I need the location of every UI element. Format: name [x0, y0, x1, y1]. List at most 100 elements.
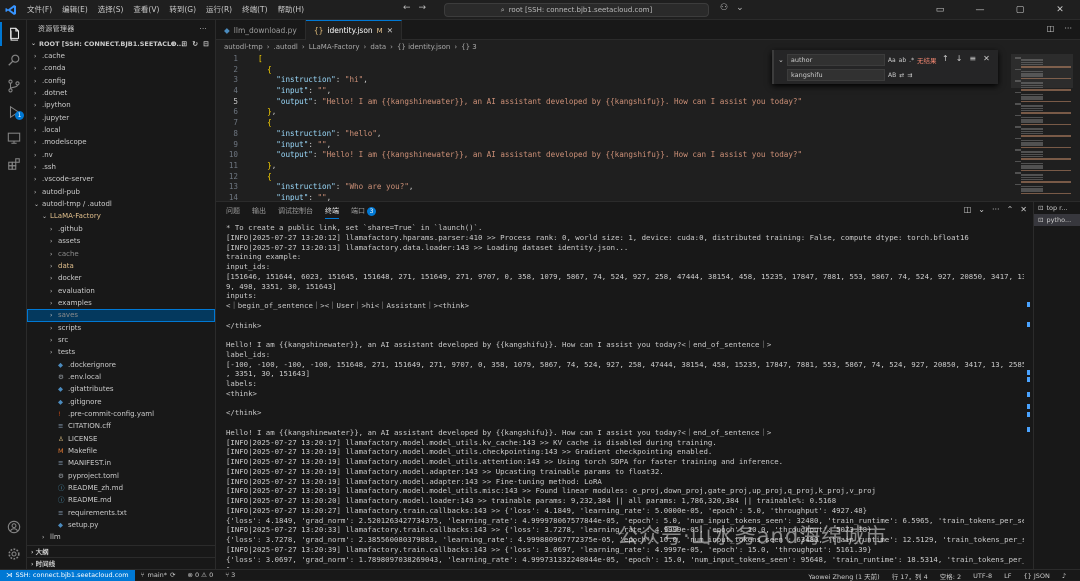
- menu-item[interactable]: 文件(F): [22, 0, 57, 20]
- close-tab-icon[interactable]: ✕: [387, 26, 393, 35]
- menu-item[interactable]: 运行(R): [201, 0, 237, 20]
- split-editor-icon[interactable]: ◫: [1047, 24, 1055, 33]
- terminal-output[interactable]: * To create a public link, set `share=Tr…: [226, 223, 1024, 568]
- tree-item[interactable]: › .nv: [27, 149, 215, 161]
- tree-item[interactable]: › scripts: [27, 322, 215, 334]
- back-arrow-icon[interactable]: ←: [403, 3, 411, 13]
- whole-word-icon[interactable]: ab: [899, 57, 907, 64]
- breadcrumb-item[interactable]: .autodl: [274, 40, 298, 54]
- cursor-position[interactable]: 行 17，列 4: [886, 571, 934, 581]
- breadcrumb-item[interactable]: LLaMA-Factory: [309, 40, 360, 54]
- menu-item[interactable]: 终端(T): [237, 0, 272, 20]
- close-button[interactable]: ✕: [1040, 0, 1080, 20]
- close-panel-icon[interactable]: ✕: [1020, 205, 1027, 214]
- tree-item[interactable]: › .ipython: [27, 99, 215, 111]
- menu-item[interactable]: 编辑(E): [57, 0, 93, 20]
- tab-identity-json[interactable]: {} identity.json M ✕: [305, 20, 403, 40]
- tab-problems[interactable]: 问题: [226, 206, 240, 216]
- split-terminal-icon[interactable]: ◫: [964, 205, 972, 214]
- explorer-icon[interactable]: [0, 22, 27, 46]
- timeline-section[interactable]: › 时间线: [27, 557, 215, 569]
- tree-item[interactable]: › .ssh: [27, 161, 215, 173]
- previous-match-icon[interactable]: ↑: [942, 54, 949, 63]
- tree-item[interactable]: ◆ .gitattributes: [27, 383, 215, 395]
- replace-icon[interactable]: ⇄: [899, 72, 904, 79]
- tree-item[interactable]: › .conda: [27, 62, 215, 74]
- tree-item[interactable]: › .dotnet: [27, 87, 215, 99]
- end-of-line[interactable]: LF: [998, 572, 1017, 580]
- more-actions-icon[interactable]: ···: [199, 20, 207, 38]
- replace-input[interactable]: kangshifu: [787, 69, 885, 81]
- git-blame[interactable]: Yaowei Zheng (1 天前): [802, 571, 885, 581]
- source-control-icon[interactable]: [0, 74, 27, 98]
- search-icon[interactable]: [0, 48, 27, 72]
- outline-section[interactable]: › 大纲: [27, 545, 215, 557]
- tree-item[interactable]: ≡ CITATION.cff: [27, 420, 215, 432]
- tree-item[interactable]: › src: [27, 334, 215, 346]
- tree-item[interactable]: › .vscode-server: [27, 173, 215, 185]
- menu-item[interactable]: 转到(G): [164, 0, 201, 20]
- language-mode[interactable]: {} JSON: [1017, 572, 1055, 580]
- branch-indicator[interactable]: ⑂ main* ⟳: [135, 571, 182, 579]
- tree-item[interactable]: › autodl-pub: [27, 186, 215, 198]
- menu-item[interactable]: 帮助(H): [273, 0, 310, 20]
- layout-toggle-icon[interactable]: ▭: [920, 0, 960, 20]
- tree-item[interactable]: › tests: [27, 346, 215, 358]
- breadcrumb-item[interactable]: {} identity.json: [397, 40, 450, 54]
- dropdown-chevron-icon[interactable]: ⌄: [736, 3, 744, 13]
- new-file-icon[interactable]: ⊕: [171, 38, 177, 50]
- breadcrumb-item[interactable]: data: [370, 40, 386, 54]
- tree-item[interactable]: ⌄ autodl-tmp / .autodl: [27, 198, 215, 210]
- tree-item[interactable]: M Makefile: [27, 445, 215, 457]
- close-find-icon[interactable]: ✕: [983, 54, 990, 63]
- indentation[interactable]: 空格: 2: [934, 571, 967, 581]
- tab-output[interactable]: 输出: [252, 206, 266, 216]
- copilot-icon[interactable]: ⚇: [720, 3, 728, 13]
- tree-item[interactable]: › .config: [27, 75, 215, 87]
- sync-icon[interactable]: ⟳: [170, 571, 175, 579]
- tree-item[interactable]: ◆ .gitignore: [27, 396, 215, 408]
- refresh-icon[interactable]: ↻: [192, 38, 198, 50]
- tab-debug-console[interactable]: 调试控制台: [278, 206, 313, 216]
- breadcrumb-item[interactable]: autodl-tmp: [224, 40, 263, 54]
- more-actions-icon[interactable]: ···: [1064, 24, 1072, 33]
- tree-item[interactable]: ⌄ LLaMA-Factory: [27, 210, 215, 222]
- find-input[interactable]: author: [786, 54, 885, 66]
- tab-terminal[interactable]: 终端: [325, 204, 339, 219]
- remote-indicator[interactable]: ⋊ SSH: connect.bjb1.seetacloud.com: [0, 569, 135, 581]
- encoding[interactable]: UTF-8: [967, 572, 998, 580]
- tab-llm-download[interactable]: ◆ llm_download.py: [216, 20, 306, 40]
- tree-item[interactable]: ≡ MANIFEST.in: [27, 457, 215, 469]
- minimap[interactable]: [1011, 54, 1073, 201]
- tree-item[interactable]: › assets: [27, 235, 215, 247]
- menu-item[interactable]: 查看(V): [128, 0, 164, 20]
- tree-item[interactable]: › examples: [27, 297, 215, 309]
- match-case-icon[interactable]: Aa: [888, 57, 896, 64]
- minimize-button[interactable]: —: [960, 0, 1000, 20]
- tree-item[interactable]: ≡ requirements.txt: [27, 507, 215, 519]
- tree-item[interactable]: › cache: [27, 248, 215, 260]
- tab-ports[interactable]: 端口 3: [351, 206, 376, 216]
- bell-icon[interactable]: ♪: [1056, 572, 1072, 580]
- tree-item[interactable]: › .modelscope: [27, 136, 215, 148]
- tree-item[interactable]: ⓘ README_zh.md: [27, 482, 215, 494]
- breadcrumb-item[interactable]: {} 3: [461, 40, 477, 54]
- tree-item[interactable]: › data: [27, 260, 215, 272]
- tree-item[interactable]: › evaluation: [27, 285, 215, 297]
- extensions-icon[interactable]: [0, 152, 27, 176]
- tree-item[interactable]: ⓘ README.md: [27, 494, 215, 506]
- next-match-icon[interactable]: ↓: [956, 54, 963, 63]
- problems-indicator[interactable]: ⊗ 0 ⚠ 0: [181, 571, 219, 579]
- maximize-panel-icon[interactable]: ⌃: [1007, 205, 1014, 214]
- terminal-instance[interactable]: ⊡ top r...: [1034, 202, 1080, 214]
- workspace-root[interactable]: ⌄ ROOT [SSH: CONNECT.BJB1.SEETACLO... ⊕ …: [27, 38, 215, 50]
- terminal-instance[interactable]: ⊡ pytho...: [1034, 214, 1080, 226]
- tree-item[interactable]: › saves: [27, 309, 215, 322]
- account-icon[interactable]: [0, 515, 27, 539]
- tree-item[interactable]: ⚙ pyproject.toml: [27, 470, 215, 482]
- tree-item[interactable]: ! .pre-commit-config.yaml: [27, 408, 215, 420]
- tree-item[interactable]: ♙ LICENSE: [27, 433, 215, 445]
- more-actions-icon[interactable]: ···: [992, 205, 1000, 214]
- maximize-button[interactable]: ▢: [1000, 0, 1040, 20]
- tree-item[interactable]: › .jupyter: [27, 112, 215, 124]
